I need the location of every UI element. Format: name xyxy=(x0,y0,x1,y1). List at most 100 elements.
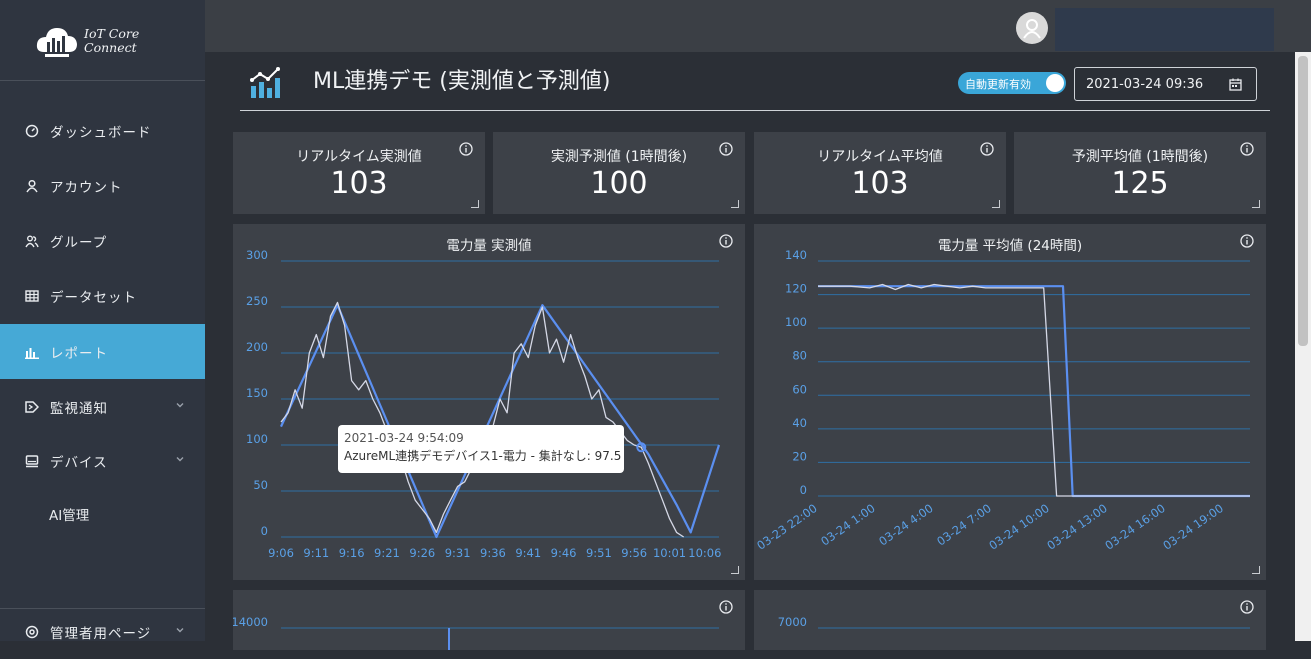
stat-card-value: 125 xyxy=(1111,166,1169,201)
sidebar-item-admin[interactable]: 管理者用ページ xyxy=(0,604,205,659)
cloud-chart-logo-icon xyxy=(36,28,77,57)
bar-chart-icon xyxy=(24,344,40,360)
x-tick-label: 9:56 xyxy=(621,546,647,560)
y-tick-label: 20 xyxy=(792,449,807,463)
user-menu[interactable] xyxy=(1055,8,1274,51)
chart-tooltip: 2021-03-24 9:54:09 AzureML連携デモデバイス1-電力 -… xyxy=(338,425,624,473)
datetime-picker[interactable]: 2021-03-24 09:36 xyxy=(1074,67,1257,101)
info-icon[interactable] xyxy=(719,142,733,156)
resize-handle-icon[interactable] xyxy=(1252,566,1260,574)
y-tick-label: 80 xyxy=(792,349,807,363)
chevron-down-icon xyxy=(176,403,184,408)
y-tick-label: 0 xyxy=(261,524,268,538)
analytics-icon xyxy=(250,67,280,98)
y-tick-label: 100 xyxy=(246,432,268,446)
series-line xyxy=(818,285,1250,498)
chevron-down-icon xyxy=(176,628,184,633)
info-icon[interactable] xyxy=(980,142,994,156)
stat-card-title: 実測予測値 (1時間後) xyxy=(550,149,688,165)
toggle-knob xyxy=(1046,74,1064,92)
avatar[interactable] xyxy=(1016,12,1048,44)
resize-handle-icon[interactable] xyxy=(1252,200,1260,208)
line-chart-partial-right[interactable]: 7000 xyxy=(754,590,1266,650)
stat-card-title: リアルタイム平均値 xyxy=(817,149,943,165)
x-tick-label: 03-24 13:00 xyxy=(1044,501,1110,553)
stat-card-title: リアルタイム実測値 xyxy=(296,149,422,165)
auto-update-label: 自動更新有効 xyxy=(965,78,1031,91)
resize-handle-icon[interactable] xyxy=(731,566,739,574)
stat-card-predicted-actual[interactable]: 実測予測値 (1時間後) 100 xyxy=(493,132,745,214)
sidebar-item-label: AI管理 xyxy=(49,507,90,524)
resize-handle-icon[interactable] xyxy=(471,200,479,208)
sidebar-item-group[interactable]: グループ xyxy=(0,213,205,268)
stat-card-realtime-actual[interactable]: リアルタイム実測値 103 xyxy=(233,132,485,214)
sidebar-item-label: アカウント xyxy=(50,179,123,196)
y-tick-label: 100 xyxy=(785,315,807,329)
line-chart-partial-left[interactable]: 14000 xyxy=(233,590,745,650)
y-tick-label: 14000 xyxy=(233,615,268,629)
logo-line2: Connect xyxy=(84,40,137,55)
sidebar-item-label: 監視通知 xyxy=(50,400,108,417)
sidebar-item-monitoring[interactable]: 監視通知 xyxy=(0,379,205,434)
chevron-down-icon xyxy=(176,457,184,462)
chart-card-actual[interactable]: 電力量 実測値 0 50 100 150 200 250 300 9:06 9:11 9:16 9:… xyxy=(233,224,745,580)
x-tick-label: 9:46 xyxy=(551,546,577,560)
scrollbar[interactable] xyxy=(1295,52,1311,641)
x-tick-label: 9:31 xyxy=(445,546,471,560)
y-tick-label: 250 xyxy=(246,294,268,308)
logo[interactable]: IoT Core Connect xyxy=(36,22,186,64)
page-title: ML連携デモ (実測値と予測値) xyxy=(313,69,611,94)
sidebar-item-ai-management[interactable]: AI管理 xyxy=(0,486,205,541)
chart-card-partial-right[interactable]: 7000 xyxy=(754,590,1266,650)
x-tick-label: 9:36 xyxy=(480,546,506,560)
stat-card-title: 予測平均値 (1時間後) xyxy=(1071,149,1209,165)
y-tick-label: 40 xyxy=(792,416,807,430)
stat-card-realtime-average[interactable]: リアルタイム平均値 103 xyxy=(754,132,1006,214)
sidebar-item-label: 管理者用ページ xyxy=(50,625,152,642)
resize-handle-icon[interactable] xyxy=(731,200,739,208)
stat-card-value: 103 xyxy=(330,166,388,201)
group-icon xyxy=(24,233,40,249)
x-tick-label: 03-24 19:00 xyxy=(1160,501,1226,553)
user-icon xyxy=(24,178,40,194)
stat-card-predicted-average[interactable]: 予測平均値 (1時間後) 125 xyxy=(1014,132,1266,214)
user-avatar-icon xyxy=(1023,19,1041,39)
sidebar-item-label: データセット xyxy=(50,289,137,306)
x-tick-label: 03-24 1:00 xyxy=(818,501,878,549)
info-icon[interactable] xyxy=(1240,142,1254,156)
y-tick-label: 200 xyxy=(246,340,268,354)
sidebar-item-dataset[interactable]: データセット xyxy=(0,268,205,323)
auto-update-toggle[interactable]: 自動更新有効 xyxy=(958,72,1066,94)
stat-card-value: 103 xyxy=(851,166,909,201)
y-tick-label: 140 xyxy=(785,248,807,262)
y-tick-label: 50 xyxy=(253,478,268,492)
sidebar-item-account[interactable]: アカウント xyxy=(0,158,205,213)
sidebar-divider xyxy=(0,80,205,81)
settings-icon xyxy=(24,624,40,640)
x-tick-label: 03-24 16:00 xyxy=(1102,501,1168,553)
scrollbar-thumb[interactable] xyxy=(1298,56,1308,346)
x-tick-label: 9:51 xyxy=(586,546,612,560)
sidebar-item-label: デバイス xyxy=(50,454,108,471)
x-tick-label: 03-24 7:00 xyxy=(934,501,994,549)
x-tick-label: 9:16 xyxy=(339,546,365,560)
x-tick-label: 9:11 xyxy=(303,546,329,560)
table-icon xyxy=(24,288,40,304)
y-tick-label: 300 xyxy=(246,248,268,262)
line-chart-average[interactable]: 02040608010012014003-23 22:0003-24 1:000… xyxy=(754,224,1266,580)
x-tick-label: 9:21 xyxy=(374,546,400,560)
y-tick-label: 120 xyxy=(785,282,807,296)
tooltip-text: AzureML連携デモデバイス1-電力 - 集計なし: 97.5 xyxy=(344,449,622,463)
line-chart-actual[interactable]: 0 50 100 150 200 250 300 9:06 9:11 9:16 9:21 9:26 9:… xyxy=(233,224,745,580)
info-icon[interactable] xyxy=(459,142,473,156)
resize-handle-icon[interactable] xyxy=(992,200,1000,208)
chart-card-average[interactable]: 電力量 平均値 (24時間) 0 20 40 60 80 100 120 140 03-23 2… xyxy=(754,224,1266,580)
chart-card-partial-left[interactable]: 14000 xyxy=(233,590,745,650)
y-tick-label: 0 xyxy=(800,483,807,497)
sidebar-item-dashboard[interactable]: ダッシュボード xyxy=(0,103,205,158)
sidebar-item-label: グループ xyxy=(50,234,108,251)
sidebar-item-label: ダッシュボード xyxy=(50,124,152,141)
sidebar-item-device[interactable]: デバイス xyxy=(0,433,205,488)
x-tick-label: 9:26 xyxy=(409,546,435,560)
sidebar-item-report[interactable]: レポート xyxy=(0,324,205,379)
